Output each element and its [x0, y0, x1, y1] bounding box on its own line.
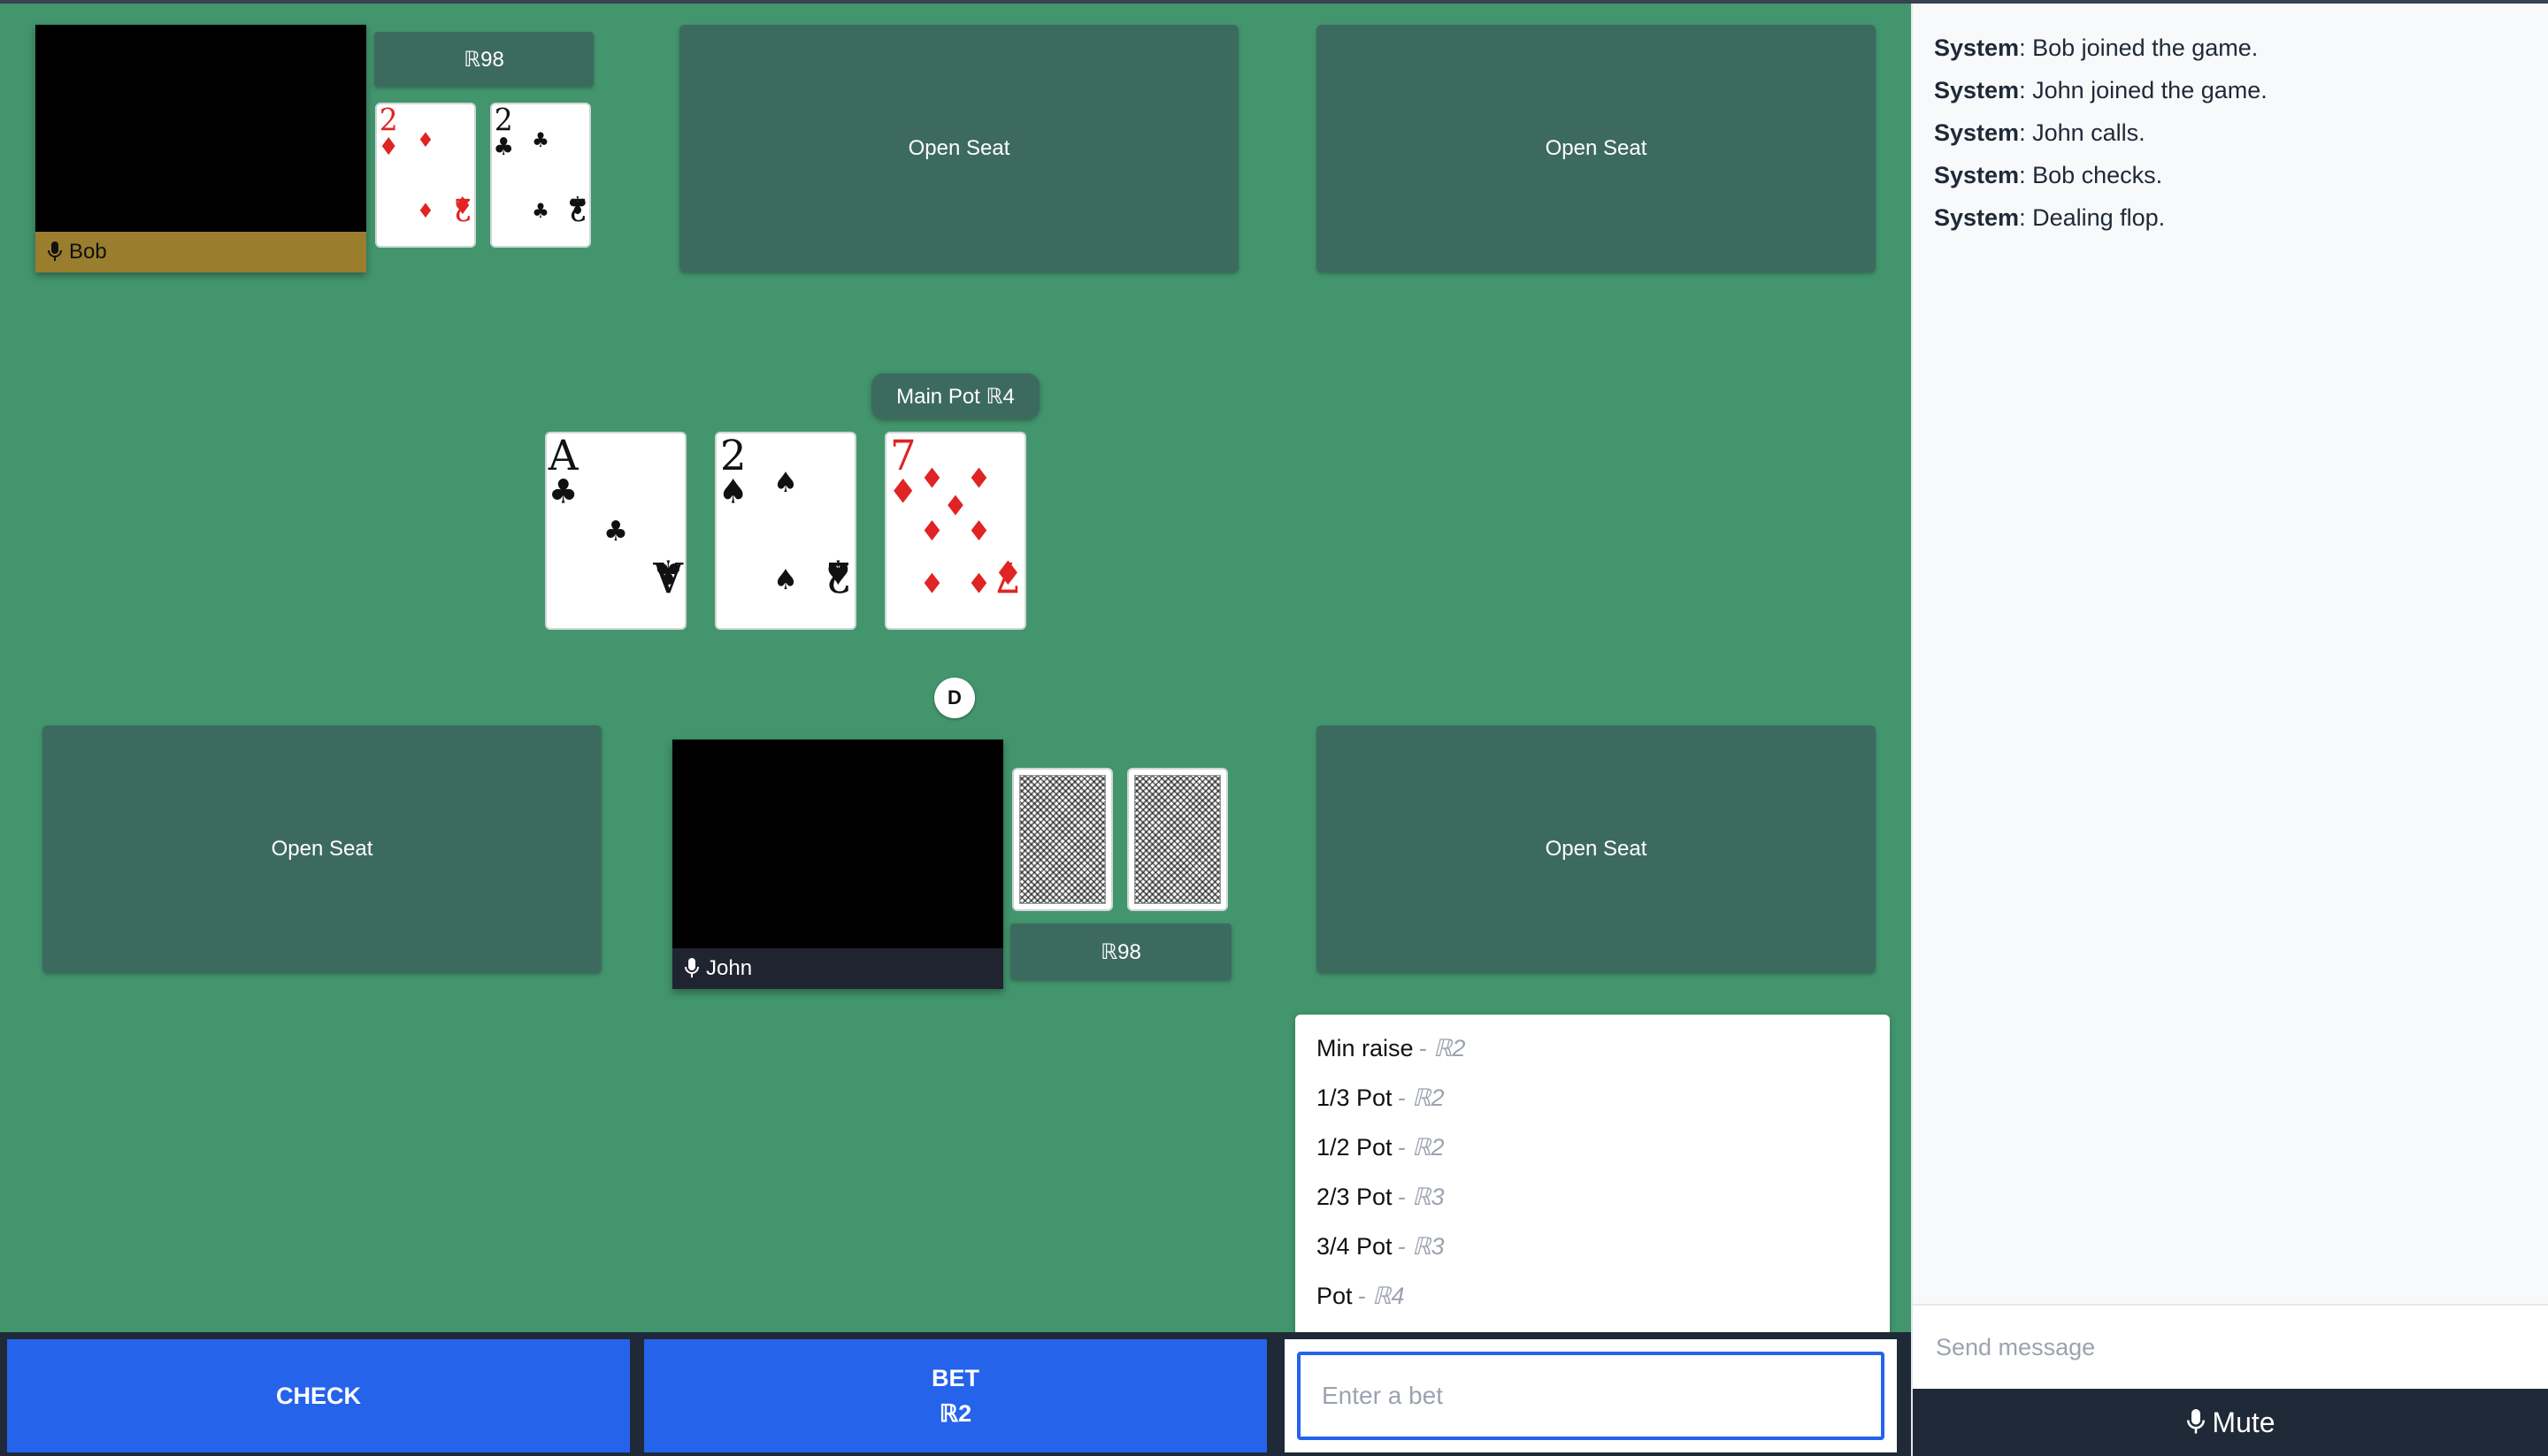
chat-message: System: Dealing flop. [1934, 196, 2527, 239]
chat-text: : Bob joined the game. [2019, 34, 2259, 61]
card-pip-icon: ♦ [967, 569, 992, 601]
chat-sender: System [1934, 162, 2020, 188]
chat-message: System: Bob joined the game. [1934, 27, 2527, 69]
chat-sender: System [1934, 34, 2020, 61]
open-seat[interactable]: Open Seat [1316, 25, 1876, 272]
card-pip-icon: ♦ [920, 463, 945, 494]
chat-message: System: Bob checks. [1934, 154, 2527, 196]
card-pip-icon: ♦ [920, 569, 945, 601]
bet-option-amount: - ℝ2 [1418, 1034, 1466, 1061]
bet-label: BET [932, 1365, 979, 1391]
bet-amount: ℝ2 [939, 1400, 972, 1427]
action-bar: CHECK BET ℝ2 [0, 1332, 1911, 1456]
card-suit-icon: ♠ [823, 552, 853, 591]
chat-text: : Bob checks. [2019, 162, 2163, 188]
chat-text: : John joined the game. [2019, 77, 2268, 103]
open-seat[interactable]: Open Seat [679, 25, 1239, 272]
chat-text: : John calls. [2019, 119, 2145, 146]
board-card: A ♣ A ♣ ♣ [545, 432, 687, 630]
card-pip-icon: ♠ [773, 564, 798, 596]
card-suit-icon: ♦ [993, 552, 1023, 591]
bet-option[interactable]: Pot - ℝ4 [1295, 1271, 1890, 1321]
card-pip-icon: ♦ [920, 516, 945, 548]
bet-input[interactable] [1297, 1352, 1884, 1440]
chat-message-input[interactable] [1913, 1304, 2548, 1389]
card-back [1127, 768, 1228, 911]
check-label: CHECK [275, 1383, 361, 1409]
bet-option-label: 3/4 Pot [1316, 1232, 1393, 1260]
card-pip-icon: ♦ [417, 200, 434, 223]
mute-label: Mute [2212, 1406, 2276, 1438]
card-pip-icon: ♦ [967, 463, 992, 494]
card-pip-icon: ♦ [417, 129, 434, 152]
card-suit-icon: ♣ [567, 190, 588, 218]
bet-option-amount: - ℝ4 [1357, 1282, 1405, 1309]
card-pip-icon: ♠ [773, 467, 798, 499]
mute-button[interactable]: Mute [1913, 1389, 2548, 1456]
microphone-icon[interactable] [685, 958, 699, 979]
board-card: 7 ♦ 7 ♦ ♦ ♦ ♦ ♦ ♦ ♦ ♦ [885, 432, 1026, 630]
card-pip-icon: ♦ [967, 516, 992, 548]
bet-input-container [1285, 1339, 1897, 1452]
chat-sender: System [1934, 119, 2020, 146]
card-pip-icon: ♦ [943, 491, 968, 523]
bet-option-label: Pot [1316, 1282, 1353, 1309]
player-stack-bob: ℝ98 [374, 32, 594, 87]
chat-sender: System [1934, 77, 2020, 103]
chat-panel: System: Bob joined the game. System: John… [1911, 4, 2548, 1456]
chat-message: System: John calls. [1934, 111, 2527, 154]
player-name: John [706, 956, 753, 980]
card-suit-icon: ♣ [493, 134, 514, 162]
bet-option[interactable]: 3/4 Pot - ℝ3 [1295, 1222, 1890, 1271]
dealer-button: D [934, 678, 975, 718]
player-name: Bob [69, 240, 107, 264]
bet-size-menu: Min raise - ℝ2 1/3 Pot - ℝ2 1/2 Pot - ℝ2 2/3 P… [1295, 1015, 1890, 1338]
card-suit-icon: ♦ [888, 471, 918, 510]
player-video-john: John [672, 739, 1003, 989]
microphone-icon[interactable] [48, 241, 62, 263]
card-pip-icon: ♣ [603, 516, 628, 548]
bet-option-label: 2/3 Pot [1316, 1183, 1393, 1210]
bet-option-amount: - ℝ2 [1397, 1133, 1445, 1161]
card-suit-icon: ♣ [653, 552, 683, 591]
card-suit-icon: ♦ [378, 134, 399, 162]
bet-button[interactable]: BET ℝ2 [644, 1339, 1267, 1452]
chat-text: : Dealing flop. [2019, 204, 2166, 231]
card-suit-icon: ♣ [549, 471, 579, 510]
card-back [1012, 768, 1113, 911]
hole-card: 2 ♣ 2 ♣ ♣ ♣ [490, 103, 591, 248]
bet-option[interactable]: Min raise - ℝ2 [1295, 1023, 1890, 1073]
bet-option[interactable]: 2/3 Pot - ℝ3 [1295, 1172, 1890, 1222]
player-video-bob: Bob [35, 25, 366, 272]
bet-option[interactable]: 1/2 Pot - ℝ2 [1295, 1123, 1890, 1172]
open-seat[interactable]: Open Seat [42, 725, 602, 973]
chat-message: System: John joined the game. [1934, 69, 2527, 111]
hole-card: 2 ♦ 2 ♦ ♦ ♦ [375, 103, 476, 248]
bet-option-amount: - ℝ2 [1397, 1084, 1445, 1111]
card-suit-icon: ♠ [718, 471, 748, 510]
check-button[interactable]: CHECK [7, 1339, 630, 1452]
bet-option-amount: - ℝ3 [1397, 1232, 1445, 1260]
player-nameplate-bob: Bob [35, 232, 366, 272]
bet-option-label: Min raise [1316, 1034, 1414, 1061]
board-card: 2 ♠ 2 ♠ ♠ ♠ [715, 432, 856, 630]
chat-sender: System [1934, 204, 2020, 231]
chat-log: System: Bob joined the game. System: John… [1913, 4, 2548, 262]
card-suit-icon: ♦ [452, 190, 473, 218]
main-pot: Main Pot ℝ4 [871, 373, 1040, 419]
poker-table: Bob ℝ98 2 ♦ 2 ♦ ♦ ♦ 2 ♣ 2 ♣ ♣ ♣ Open Seat Open Sea… [0, 4, 1911, 1456]
open-seat[interactable]: Open Seat [1316, 725, 1876, 973]
microphone-icon [2187, 1409, 2206, 1434]
bet-option-amount: - ℝ3 [1397, 1183, 1445, 1210]
card-pip-icon: ♣ [532, 129, 549, 152]
bet-option[interactable]: 1/3 Pot - ℝ2 [1295, 1073, 1890, 1123]
bet-option-label: 1/2 Pot [1316, 1133, 1393, 1161]
card-pip-icon: ♣ [532, 200, 549, 223]
player-nameplate-john: John [672, 948, 1003, 989]
player-stack-john: ℝ98 [1010, 923, 1232, 980]
bet-option-label: 1/3 Pot [1316, 1084, 1393, 1111]
